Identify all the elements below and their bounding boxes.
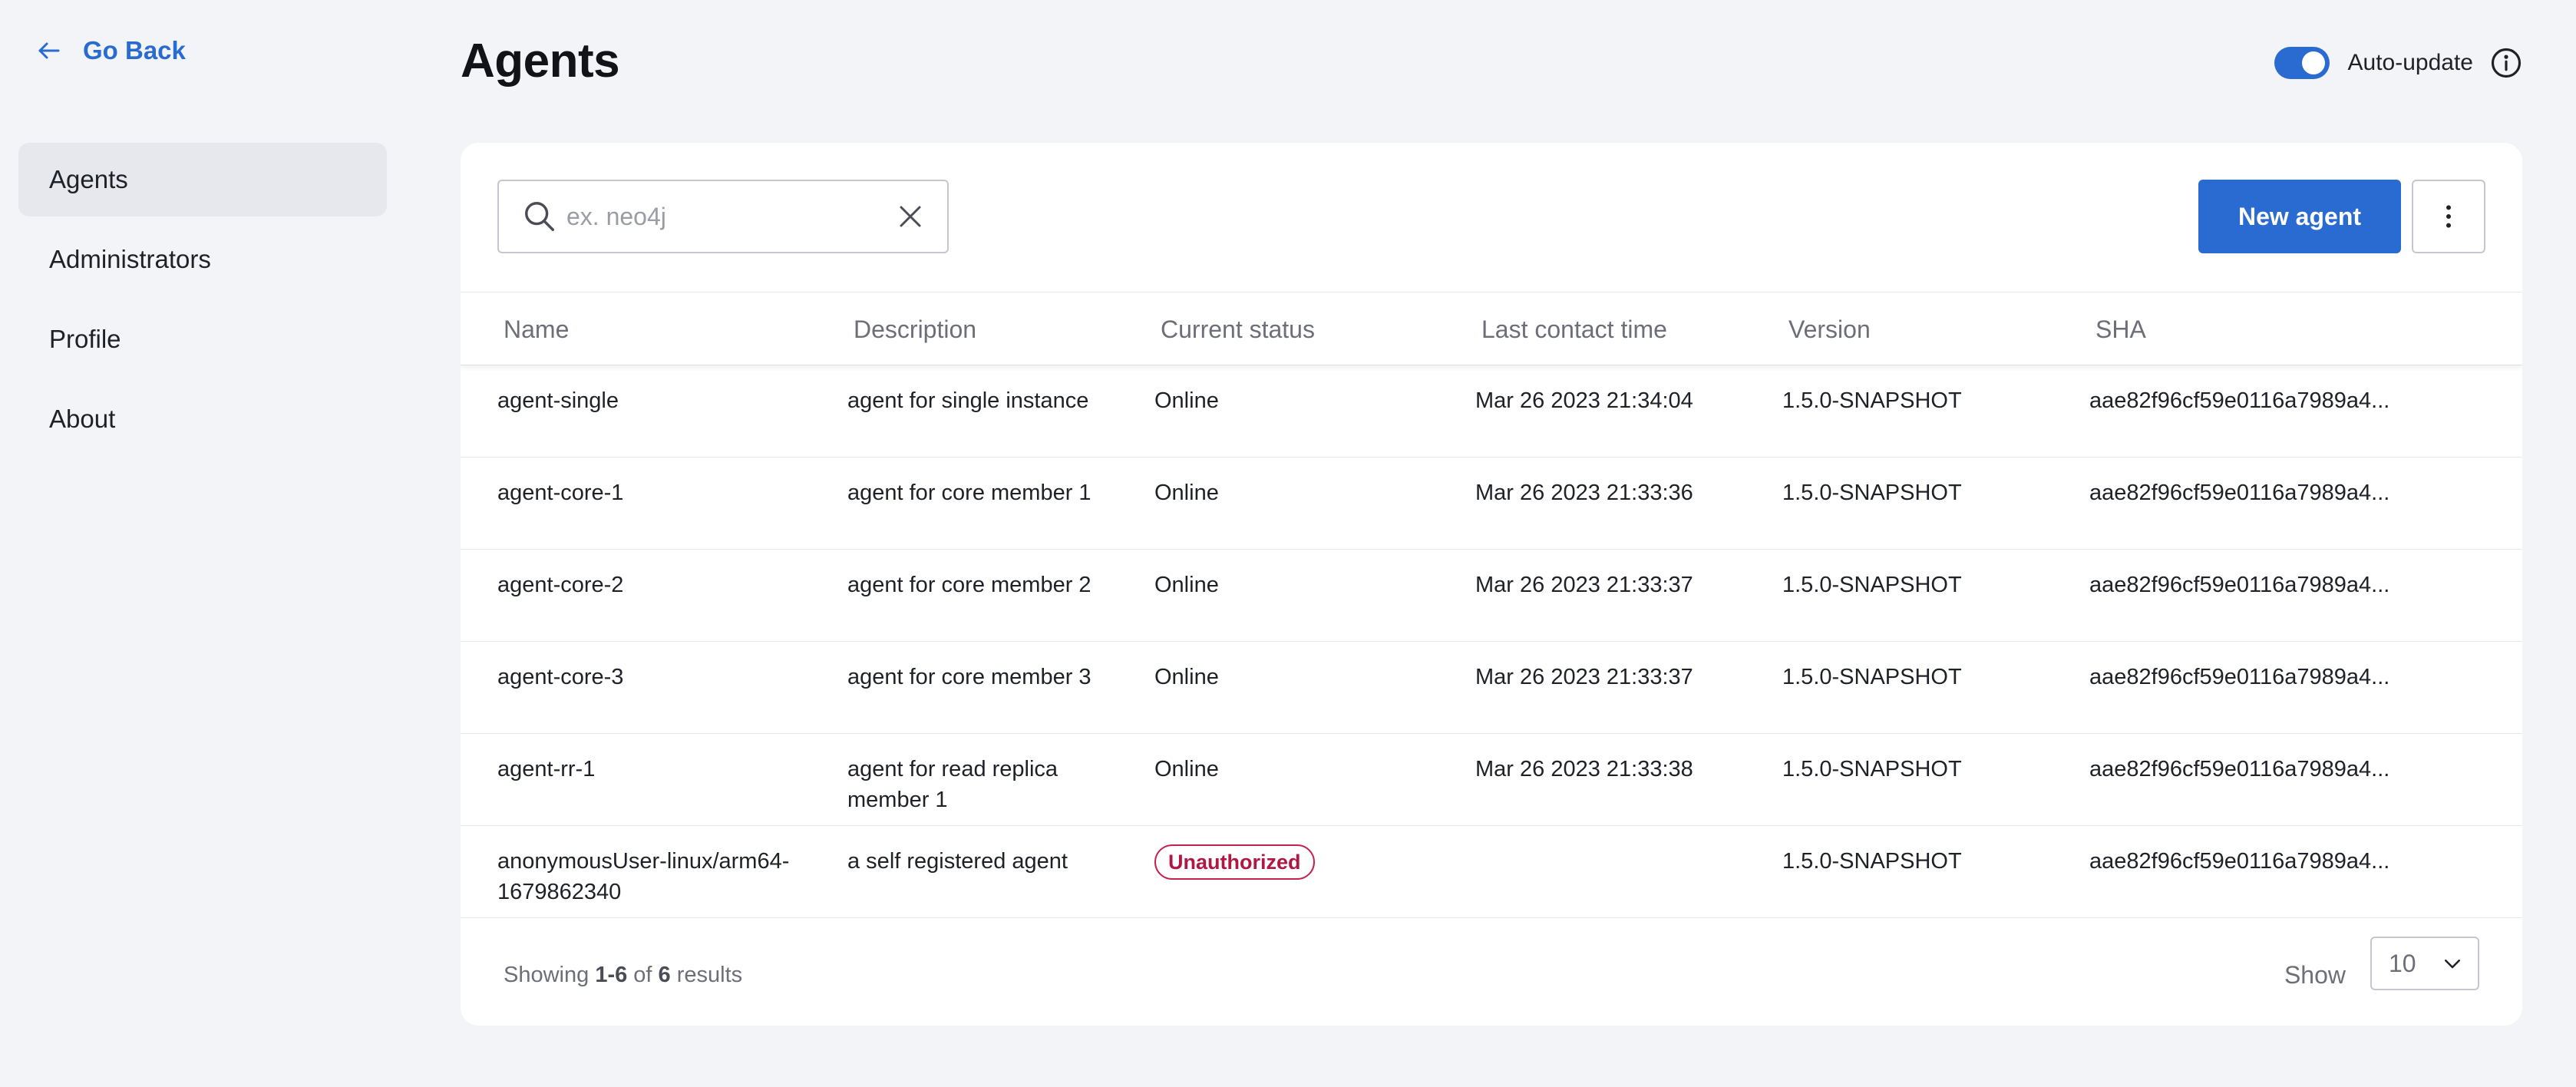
page-title: Agents — [461, 35, 620, 88]
go-back-link[interactable]: Go Back — [35, 31, 186, 71]
table-body: agent-single agent for single instance O… — [461, 365, 2522, 918]
search-icon — [525, 202, 554, 231]
page-size-label: Show — [2284, 961, 2346, 989]
cell-status: Unauthorized — [1154, 844, 1446, 880]
sidebar-nav: Agents Administrators Profile About — [18, 143, 387, 462]
search-box — [497, 180, 949, 253]
cell-description: agent for core member 3 — [847, 665, 1091, 689]
page-size-value: 10 — [2389, 949, 2416, 977]
cell-last-contact: Mar 26 2023 21:33:37 — [1475, 665, 1693, 689]
cell-description: agent for core member 2 — [847, 573, 1091, 597]
cell-name: agent-core-3 — [497, 665, 624, 689]
cell-name: agent-single — [497, 388, 619, 413]
sidebar-item-profile[interactable]: Profile — [18, 302, 387, 376]
cell-status: Online — [1154, 388, 1219, 413]
close-icon[interactable] — [897, 203, 924, 230]
cell-name: agent-core-2 — [497, 573, 624, 597]
table-row[interactable]: agent-single agent for single instance O… — [461, 365, 2522, 458]
cell-last-contact: Mar 26 2023 21:34:04 — [1475, 388, 1693, 413]
cell-version: 1.5.0-SNAPSHOT — [1782, 665, 1962, 689]
cell-last-contact: Mar 26 2023 21:33:38 — [1475, 757, 1693, 781]
results-prefix: Showing — [504, 963, 590, 987]
cell-version: 1.5.0-SNAPSHOT — [1782, 388, 1962, 413]
sidebar-item-administrators[interactable]: Administrators — [18, 223, 387, 296]
status-badge: Unauthorized — [1154, 844, 1315, 880]
table-row[interactable]: agent-core-3 agent for core member 3 Onl… — [461, 642, 2522, 734]
cell-sha: aae82f96cf59e0116a7989a4... — [2089, 481, 2390, 505]
cell-sha: aae82f96cf59e0116a7989a4... — [2089, 757, 2390, 781]
cell-last-contact: Mar 26 2023 21:33:37 — [1475, 573, 1693, 597]
sidebar-item-label: Agents — [49, 165, 128, 193]
results-suffix: results — [676, 963, 743, 987]
search-input[interactable] — [566, 202, 897, 231]
go-back-label: Go Back — [83, 36, 186, 64]
cell-version: 1.5.0-SNAPSHOT — [1782, 481, 1962, 505]
sidebar-item-label: Profile — [49, 325, 121, 353]
auto-update-label: Auto-update — [2347, 50, 2473, 75]
table-row[interactable]: anonymousUser-linux/arm64-1679862340 a s… — [461, 826, 2522, 918]
info-icon[interactable] — [2490, 47, 2522, 79]
cell-description: a self registered agent — [847, 849, 1068, 874]
table-row[interactable]: agent-core-2 agent for core member 2 Onl… — [461, 550, 2522, 642]
cell-sha: aae82f96cf59e0116a7989a4... — [2089, 573, 2390, 597]
cell-name: agent-core-1 — [497, 481, 624, 505]
cell-name: agent-rr-1 — [497, 757, 596, 781]
new-agent-button[interactable]: New agent — [2198, 180, 2401, 253]
page-size-select[interactable]: 10 — [2370, 937, 2479, 990]
cell-status: Online — [1154, 481, 1219, 505]
more-actions-button[interactable] — [2412, 180, 2485, 253]
results-total: 6 — [658, 963, 671, 987]
cell-description: agent for read replica member 1 — [847, 757, 1058, 812]
cell-sha: aae82f96cf59e0116a7989a4... — [2089, 665, 2390, 689]
sidebar-item-label: About — [49, 405, 116, 433]
table-row[interactable]: agent-core-1 agent for core member 1 Onl… — [461, 458, 2522, 550]
results-summary: Showing 1-6 of 6 results — [504, 963, 742, 988]
results-of: of — [633, 963, 652, 987]
cell-name: anonymousUser-linux/arm64-1679862340 — [497, 849, 790, 904]
toolbar: New agent — [461, 143, 2522, 292]
app-root: Go Back Agents Administrators Profile Ab… — [0, 0, 2576, 1087]
cell-description: agent for single instance — [847, 388, 1089, 413]
sidebar-item-label: Administrators — [49, 245, 211, 273]
vertical-dots-icon — [2446, 205, 2451, 228]
cell-status: Online — [1154, 665, 1219, 689]
cell-sha: aae82f96cf59e0116a7989a4... — [2089, 849, 2390, 874]
column-header-version[interactable]: Version — [1788, 292, 1871, 366]
cell-status: Online — [1154, 757, 1219, 781]
cell-last-contact: Mar 26 2023 21:33:36 — [1475, 481, 1693, 505]
sidebar-item-agents[interactable]: Agents — [18, 143, 387, 216]
table-row[interactable]: agent-rr-1 agent for read replica member… — [461, 734, 2522, 826]
cell-version: 1.5.0-SNAPSHOT — [1782, 757, 1962, 781]
column-header-name[interactable]: Name — [504, 292, 569, 366]
column-header-last-contact[interactable]: Last contact time — [1481, 292, 1667, 366]
cell-sha: aae82f96cf59e0116a7989a4... — [2089, 388, 2390, 413]
table-header: Name Description Current status Last con… — [461, 292, 2522, 365]
agents-card: New agent Name Description Current statu… — [461, 143, 2522, 1026]
cell-status: Online — [1154, 573, 1219, 597]
column-header-description[interactable]: Description — [854, 292, 976, 366]
cell-version: 1.5.0-SNAPSHOT — [1782, 573, 1962, 597]
cell-version: 1.5.0-SNAPSHOT — [1782, 849, 1962, 874]
auto-update-control: Auto-update — [2274, 43, 2522, 83]
auto-update-toggle[interactable] — [2274, 47, 2330, 79]
chevron-down-icon — [2445, 960, 2460, 969]
sidebar-item-about[interactable]: About — [18, 382, 387, 456]
results-range: 1-6 — [595, 963, 628, 987]
column-header-status[interactable]: Current status — [1161, 292, 1315, 366]
arrow-left-icon — [38, 42, 60, 59]
cell-description: agent for core member 1 — [847, 481, 1091, 505]
column-header-sha[interactable]: SHA — [2095, 292, 2146, 366]
table-footer: Showing 1-6 of 6 results Show 10 — [461, 918, 2522, 1026]
